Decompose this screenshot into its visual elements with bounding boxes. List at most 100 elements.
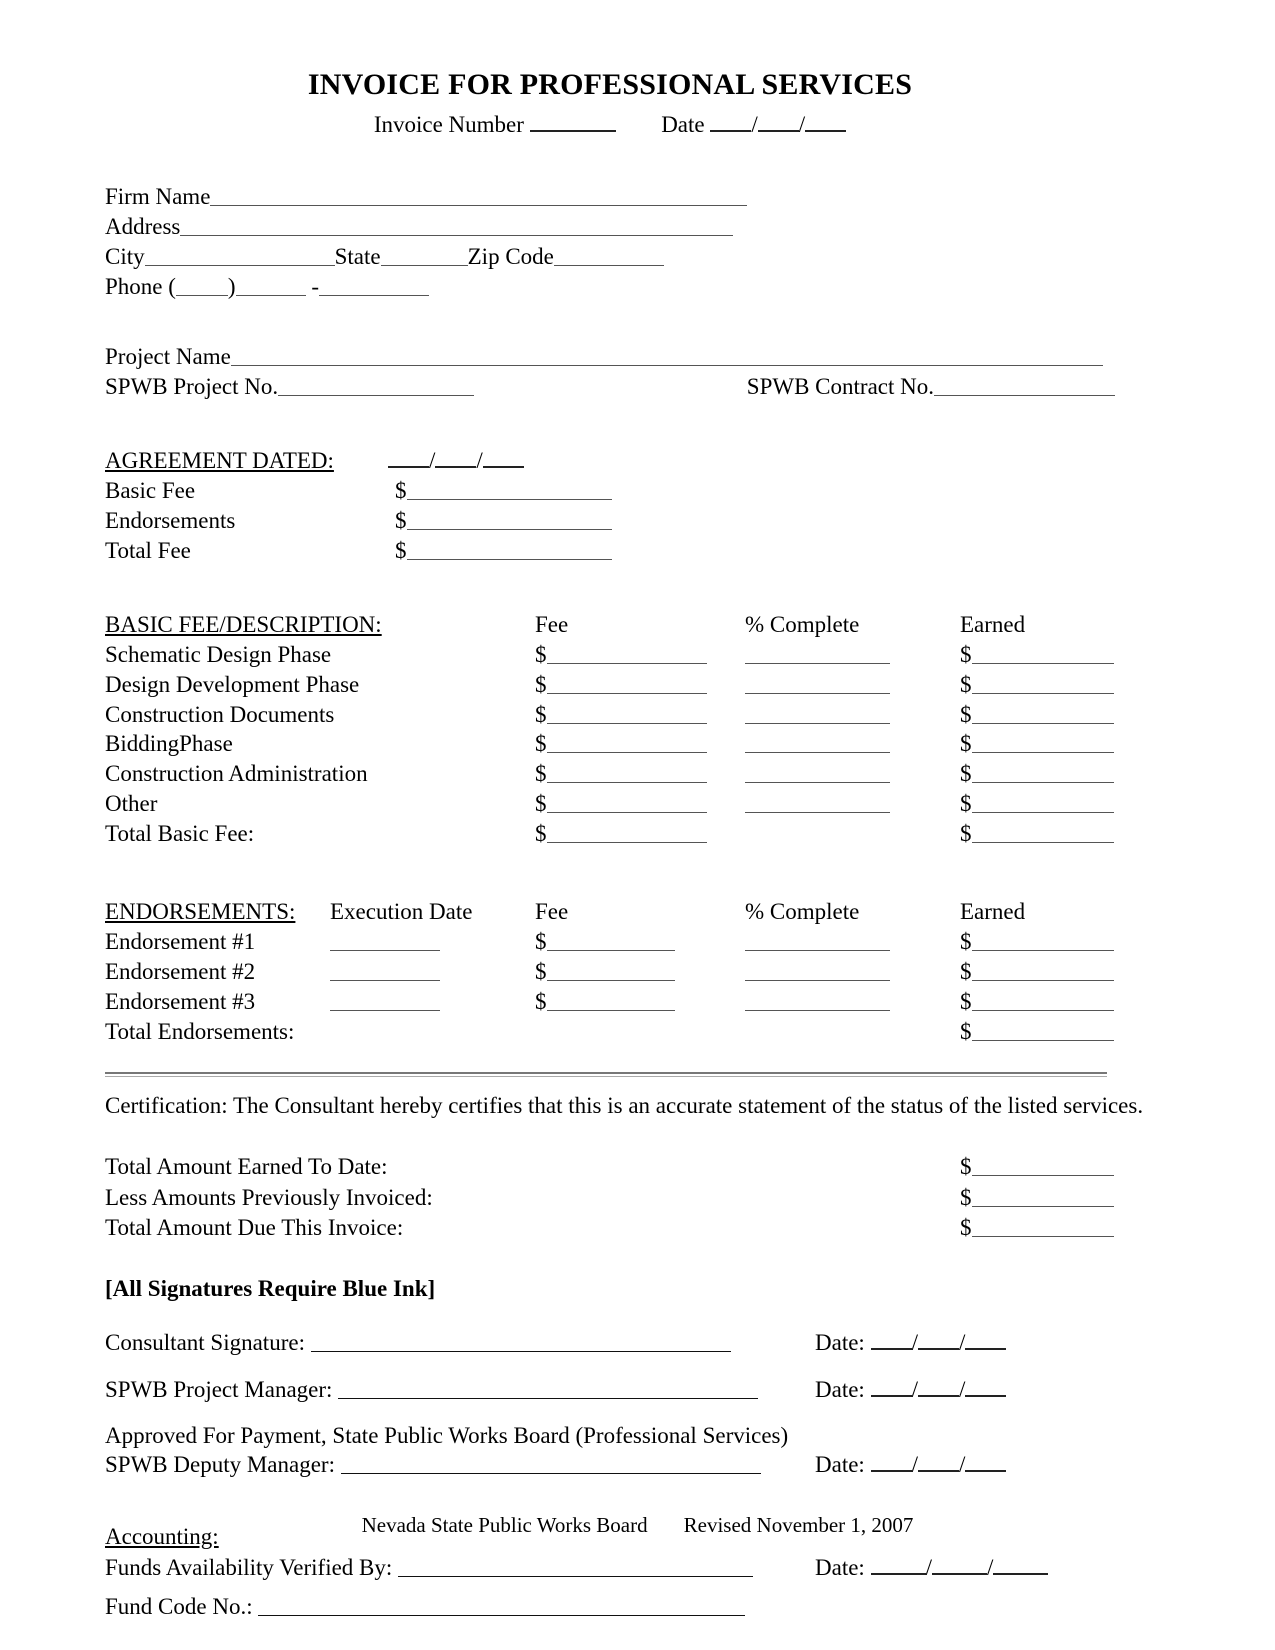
agreement-date-month-field[interactable] — [388, 452, 429, 469]
endorsement-execution-date-field[interactable] — [330, 988, 440, 1011]
basic-fee-earned-cell: $ — [960, 700, 1114, 730]
project-manager-date-month-field[interactable] — [870, 1381, 912, 1398]
deputy-manager-signature-group: SPWB Deputy Manager: — [105, 1451, 815, 1478]
total-due-field[interactable] — [971, 1214, 1114, 1238]
endorsement-percent-field[interactable] — [745, 958, 890, 981]
consultant-signature-field[interactable] — [310, 1330, 731, 1353]
basic-fee-fee-cell: $ — [535, 759, 745, 789]
total-earned-field[interactable] — [971, 1154, 1114, 1177]
consultant-date-year-field[interactable] — [965, 1334, 1007, 1351]
funds-verified-field[interactable] — [398, 1554, 754, 1577]
phone-suffix-field[interactable] — [319, 273, 430, 296]
agreement-date-year-field[interactable] — [482, 452, 524, 469]
endorsement-execution-date-field[interactable] — [330, 958, 440, 981]
funds-verified-date-group: Date: / / — [815, 1555, 1049, 1581]
basic-fee-percent-cell — [745, 729, 960, 759]
basic-fee-total-fee-field[interactable] — [546, 820, 707, 844]
deputy-manager-date-day-field[interactable] — [917, 1456, 959, 1473]
agreement-basic-fee-field[interactable] — [406, 477, 612, 501]
firm-name-label: Firm Name — [105, 184, 211, 209]
basic-fee-fee-field[interactable] — [546, 641, 707, 664]
endorsement-earned-field[interactable] — [971, 958, 1114, 981]
endorsement-percent-field[interactable] — [745, 988, 890, 1011]
basic-fee-earned-field[interactable] — [971, 790, 1114, 814]
basic-fee-earned-field[interactable] — [971, 701, 1114, 724]
basic-fee-fee-field[interactable] — [546, 671, 707, 694]
endorsement-fee-cell: $ — [535, 957, 745, 987]
deputy-manager-date-year-field[interactable] — [965, 1456, 1007, 1473]
project-manager-signature-field[interactable] — [338, 1376, 759, 1400]
agreement-basic-fee-label: Basic Fee — [105, 478, 196, 504]
funds-verified-date-month-field[interactable] — [870, 1559, 926, 1575]
basic-fee-percent-field[interactable] — [745, 790, 890, 814]
endorsement-earned-field[interactable] — [971, 928, 1114, 951]
endorsement-fee-field[interactable] — [546, 958, 675, 981]
state-field[interactable] — [380, 243, 468, 266]
city-field[interactable] — [144, 243, 335, 266]
invoice-number-field[interactable] — [529, 116, 616, 132]
fund-code-field[interactable] — [258, 1593, 746, 1616]
agreement-endorsements-field[interactable] — [406, 507, 612, 531]
endorsement-percent-cell — [745, 927, 960, 957]
invoice-date-label: Date — [661, 112, 705, 137]
deputy-manager-signature-row: SPWB Deputy Manager: Date: / / — [105, 1451, 1115, 1478]
endorsement-percent-field[interactable] — [745, 928, 890, 951]
spwb-project-no-field[interactable] — [278, 373, 475, 396]
zip-field[interactable] — [553, 243, 664, 266]
basic-fee-earned-field[interactable] — [971, 731, 1114, 754]
consultant-date-day-field[interactable] — [917, 1334, 959, 1351]
basic-fee-fee-field[interactable] — [546, 731, 707, 754]
agreement-date-day-field[interactable] — [435, 452, 477, 469]
accounting-fields: Funds Availability Verified By: Date: / /… — [105, 1554, 1115, 1620]
funds-verified-date-day-field[interactable] — [931, 1559, 987, 1575]
basic-fee-earned-field[interactable] — [971, 760, 1114, 784]
basic-fee-fee-cell: $ — [535, 640, 745, 670]
less-previously-invoiced-field[interactable] — [971, 1184, 1114, 1207]
phone-area-code-field[interactable] — [175, 273, 228, 296]
consultant-date-month-field[interactable] — [870, 1334, 912, 1351]
agreement-total-fee-field[interactable] — [406, 537, 612, 560]
invoice-date-year-field[interactable] — [805, 116, 847, 132]
spwb-project-no-group: SPWB Project No. — [105, 372, 747, 402]
basic-fee-percent-field[interactable] — [745, 760, 890, 784]
total-earned-label: Total Amount Earned To Date: — [105, 1154, 388, 1180]
basic-fee-fee-field[interactable] — [546, 701, 707, 724]
spwb-contract-no-field[interactable] — [934, 373, 1115, 396]
endorsement-earned-field[interactable] — [971, 988, 1114, 1011]
endorsement-execution-date-field[interactable] — [330, 928, 440, 951]
basic-fee-earned-field[interactable] — [971, 641, 1114, 664]
invoice-form-page: INVOICE FOR PROFESSIONAL SERVICES Invoic… — [0, 0, 1275, 1650]
endorsement-fee-field[interactable] — [546, 928, 675, 951]
basic-fee-percent-field[interactable] — [745, 671, 890, 694]
less-previously-invoiced-cell: $ — [960, 1183, 1114, 1213]
endorsements-heading: ENDORSEMENTS: — [105, 898, 296, 924]
endorsement-earned-cell: $ — [960, 927, 1114, 957]
funds-verified-date-year-field[interactable] — [993, 1559, 1049, 1575]
firm-name-field[interactable] — [210, 183, 748, 206]
basic-fee-percent-field[interactable] — [745, 641, 890, 664]
city-state-zip-row: City State Zip Code — [105, 242, 1115, 272]
basic-fee-percent-field[interactable] — [745, 731, 890, 754]
total-earned-cell: $ — [960, 1152, 1114, 1182]
signature-block: Consultant Signature: Date: / / SPWB Proj… — [105, 1330, 1115, 1479]
basic-fee-percent-field[interactable] — [745, 701, 890, 724]
endorsement-fee-field[interactable] — [546, 988, 675, 1011]
deputy-manager-signature-field[interactable] — [340, 1451, 761, 1475]
endorsement-execution-date-cell — [330, 927, 535, 957]
agreement-dated-label: AGREEMENT DATED: — [105, 448, 334, 474]
phone-prefix-field[interactable] — [235, 273, 306, 296]
spwb-numbers-row: SPWB Project No. SPWB Contract No. — [105, 372, 1115, 402]
invoice-date-day-field[interactable] — [757, 116, 799, 132]
address-field[interactable] — [180, 213, 734, 236]
basic-fee-fee-field[interactable] — [546, 760, 707, 784]
invoice-date-month-field[interactable] — [710, 116, 752, 132]
project-manager-date-day-field[interactable] — [917, 1381, 959, 1398]
basic-fee-earned-field[interactable] — [971, 671, 1114, 694]
basic-fee-fee-field[interactable] — [546, 790, 707, 814]
project-name-field[interactable] — [230, 343, 1103, 366]
zip-label: Zip Code — [467, 243, 554, 269]
endorsements-total-earned-field[interactable] — [971, 1018, 1114, 1041]
basic-fee-total-earned-field[interactable] — [971, 820, 1114, 844]
project-manager-date-year-field[interactable] — [965, 1381, 1007, 1398]
deputy-manager-date-month-field[interactable] — [870, 1456, 912, 1473]
